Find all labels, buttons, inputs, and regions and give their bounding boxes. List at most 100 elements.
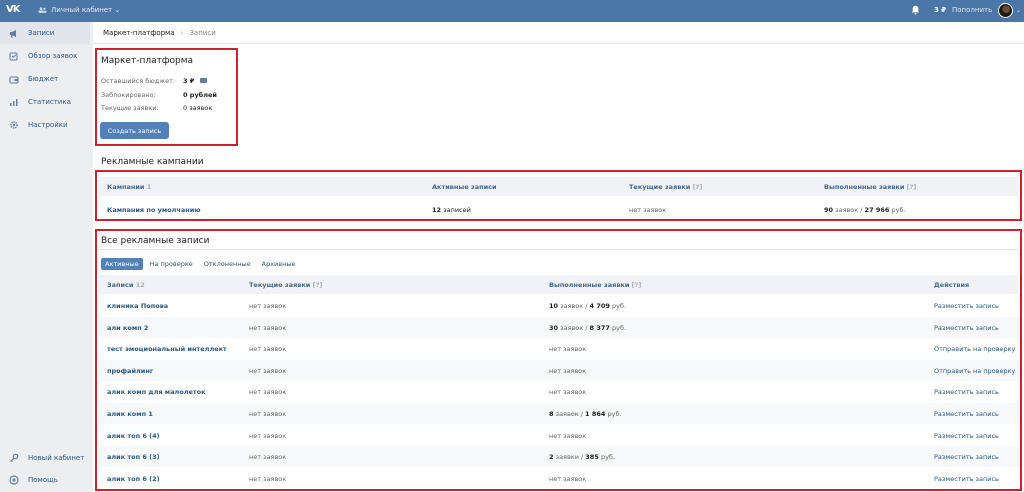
chevron-right-icon: › <box>180 28 184 37</box>
wallet-icon[interactable] <box>200 78 208 83</box>
row-current: нет заявок <box>249 366 287 375</box>
sidebar-item-label: Настройки <box>28 121 68 129</box>
divider <box>99 249 1019 250</box>
table-row[interactable]: клиника Попова нет заявок 10 заявок / 4 70… <box>99 295 1020 316</box>
row-current: нет заявок <box>249 474 287 483</box>
campaign-name[interactable]: Кампания по умолчанию <box>107 206 201 214</box>
row-action-link[interactable]: Отправить на проверку <box>934 345 1015 353</box>
sidebar-item-budget[interactable]: Бюджет <box>0 68 90 90</box>
row-current: нет заявок <box>249 345 287 354</box>
current-value: 0 заявок <box>183 104 213 112</box>
row-name[interactable]: алик комп 1 <box>107 410 153 418</box>
topup-link[interactable]: Пополнить <box>952 6 992 14</box>
avatar[interactable] <box>998 3 1013 18</box>
sidebar-item-review[interactable]: Обзор заявок <box>0 45 90 67</box>
sidebar-item-label: Помощь <box>28 476 58 484</box>
bell-icon[interactable] <box>911 5 920 15</box>
records-title: Все рекламные записи <box>101 236 210 246</box>
row-name[interactable]: алик топ 6 (2) <box>107 475 160 483</box>
campaign-row[interactable]: Кампания по умолчанию 12 записей нет зая… <box>99 199 1020 220</box>
row-current: нет заявок <box>249 453 287 462</box>
row-done: 10 заявок / 4 709 руб. <box>549 302 627 310</box>
key-icon <box>9 453 19 463</box>
row-action-link[interactable]: Разместить запись <box>934 302 999 310</box>
row-current: нет заявок <box>249 410 287 418</box>
row-done: нет заявок <box>549 431 587 440</box>
col-campaigns: Кампании 1 <box>107 183 152 191</box>
people-icon <box>38 7 47 13</box>
stats-icon <box>9 97 19 107</box>
row-action-link[interactable]: Разместить запись <box>934 432 999 440</box>
blocked-label: Заблокировано: <box>101 91 156 99</box>
table-row[interactable]: алик комп 1 нет заявок 8 заявок / 1 864 ру… <box>99 403 1020 424</box>
tab-rejected[interactable]: Отклоненные <box>200 258 255 270</box>
sidebar: Записи Обзор заявок Бюджет Статистика На… <box>0 22 90 492</box>
sidebar-item-label: Бюджет <box>28 75 59 83</box>
campaigns-title: Рекламные кампании <box>101 157 204 167</box>
megaphone-icon <box>9 28 19 38</box>
row-name[interactable]: тест эмоциональный интеллект <box>107 345 227 353</box>
cabinet-switcher[interactable]: Личный кабинет ⌄ <box>38 6 120 14</box>
row-current: нет заявок <box>249 431 287 440</box>
row-done: 30 заявок / 8 377 руб. <box>549 323 627 332</box>
table-row[interactable]: алик топ 6 (3) нет заявок 2 заявки / 385 р… <box>99 446 1020 468</box>
sidebar-item-settings[interactable]: Настройки <box>0 114 90 136</box>
sidebar-item-new-cabinet[interactable]: Новый кабинет <box>0 447 90 469</box>
blocked-value: 0 рублей <box>183 91 217 99</box>
row-done: нет заявок <box>549 388 587 397</box>
tab-archived[interactable]: Архивные <box>258 258 300 270</box>
col-actions: Действия <box>934 281 970 289</box>
row-action-link[interactable]: Разместить запись <box>934 410 999 418</box>
row-action-link[interactable]: Отправить на проверку <box>934 367 1015 375</box>
row-name[interactable]: клиника Попова <box>107 302 168 310</box>
row-name[interactable]: алик топ 6 (3) <box>107 453 160 461</box>
row-action-link[interactable]: Разместить запись <box>934 388 999 396</box>
vk-logo[interactable]: VK <box>6 4 20 15</box>
tab-active[interactable]: Активные <box>101 258 143 270</box>
row-current: нет заявок <box>249 323 287 332</box>
breadcrumb-current: Записи <box>189 28 216 37</box>
table-row[interactable]: алик топ 6 (2) нет заявок нет заявок Размес… <box>99 468 1020 489</box>
budget-label: Оставшийся бюджет: <box>101 77 176 85</box>
cabinet-label: Личный кабинет <box>51 6 113 14</box>
main-panel: Маркет-платформа › Записи Маркет-платфор… <box>93 22 1024 492</box>
row-action-link[interactable]: Разместить запись <box>934 453 999 461</box>
col-current: Текущие заявки [?] <box>629 183 703 191</box>
campaign-current: нет заявок <box>629 206 667 214</box>
sidebar-item-records[interactable]: Записи <box>0 22 90 44</box>
row-name[interactable]: алик комп для малолеток <box>107 388 206 396</box>
breadcrumb: Маркет-платформа › Записи <box>93 22 1024 44</box>
budget-value: 3 ₽ <box>183 77 195 85</box>
row-name[interactable]: алик топ 6 (4) <box>107 432 160 440</box>
platform-title: Маркет-платформа <box>101 56 194 66</box>
sidebar-item-stats[interactable]: Статистика <box>0 91 90 113</box>
row-action-link[interactable]: Разместить запись <box>934 324 999 332</box>
records-header: Записи 12 Текущие заявки [?] Выполненные… <box>99 275 1018 294</box>
sidebar-item-help[interactable]: Помощь <box>0 469 90 491</box>
row-done: нет заявок <box>549 366 587 375</box>
budget-row: Оставшийся бюджет: 3 ₽ <box>101 77 208 85</box>
row-name[interactable]: профайлинг <box>107 367 153 375</box>
table-row[interactable]: алик комп для малолеток нет заявок нет зая… <box>99 381 1020 402</box>
row-current: нет заявок <box>249 302 287 310</box>
current-row: Текущие заявки: 0 заявок <box>101 104 212 112</box>
col-records: Записи 12 <box>107 281 145 289</box>
campaigns-header: Кампании 1 Активные записи Текущие заявк… <box>99 177 1018 196</box>
table-row[interactable]: профайлинг нет заявок нет заявок Отправить … <box>99 359 1020 381</box>
table-row[interactable]: али комп 2 нет заявок 30 заявок / 8 377 ру… <box>99 316 1020 338</box>
row-current: нет заявок <box>249 388 287 397</box>
chevron-down-icon[interactable]: ⌄ <box>1016 7 1021 14</box>
row-done: 8 заявок / 1 864 руб. <box>549 410 622 418</box>
col-current: Текущие заявки [?] <box>249 281 323 289</box>
breadcrumb-root[interactable]: Маркет-платформа <box>103 29 175 37</box>
row-name[interactable]: али комп 2 <box>107 324 148 332</box>
row-action-link[interactable]: Разместить запись <box>934 475 999 483</box>
create-record-button[interactable]: Создать запись <box>100 122 169 139</box>
table-row[interactable]: алик топ 6 (4) нет заявок нет заявок Размес… <box>99 425 1020 446</box>
table-row[interactable]: тест эмоциональный интеллект нет заявок не… <box>99 338 1020 359</box>
sidebar-item-label: Обзор заявок <box>28 52 78 60</box>
row-done: 2 заявки / 385 руб. <box>549 453 615 462</box>
tab-review[interactable]: На проверке <box>146 258 197 270</box>
help-icon <box>9 475 19 485</box>
records-tabs: Активные На проверке Отклоненные Архивны… <box>101 258 302 270</box>
